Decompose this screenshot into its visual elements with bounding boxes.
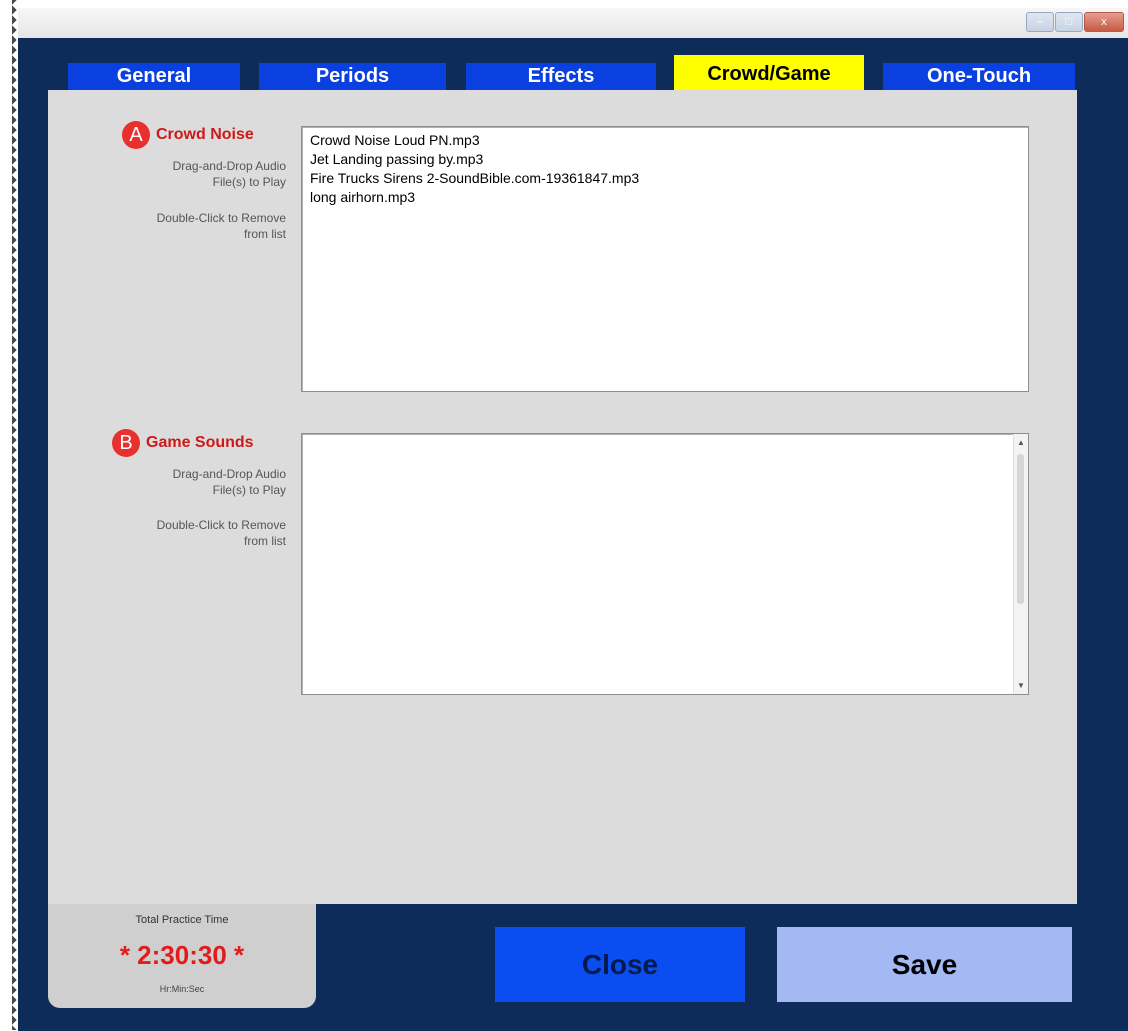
title-bar: – □ x xyxy=(18,8,1128,38)
game-drag-help: Drag-and-Drop Audio File(s) to Play xyxy=(172,467,286,497)
practice-time-box: Total Practice Time * 2:30:30 * Hr:Min:S… xyxy=(48,904,316,1008)
crowd-remove-help: Double-Click to Remove from list xyxy=(156,211,286,241)
crowd-drag-help: Drag-and-Drop Audio File(s) to Play xyxy=(172,159,286,189)
window-controls: – □ x xyxy=(1026,12,1124,32)
crowd-noise-list[interactable]: Crowd Noise Loud PN.mp3 Jet Landing pass… xyxy=(301,126,1029,392)
practice-time-label: Total Practice Time xyxy=(135,914,229,926)
tab-crowd-game[interactable]: Crowd/Game xyxy=(674,55,864,90)
game-sounds-heading: B Game Sounds xyxy=(112,429,254,457)
scroll-down-icon[interactable]: ▼ xyxy=(1014,681,1028,690)
badge-a-icon: A xyxy=(122,121,150,149)
save-button[interactable]: Save xyxy=(777,927,1072,1002)
list-item[interactable]: Fire Trucks Sirens 2-SoundBible.com-1936… xyxy=(302,169,1028,188)
tab-general[interactable]: General xyxy=(68,63,240,90)
maximize-button[interactable]: □ xyxy=(1055,12,1083,32)
game-list-scrollbar[interactable]: ▲ ▼ xyxy=(1013,434,1028,694)
game-remove-help: Double-Click to Remove from list xyxy=(156,518,286,548)
scrollbar-thumb[interactable] xyxy=(1017,454,1024,604)
scroll-up-icon[interactable]: ▲ xyxy=(1014,438,1028,447)
badge-b-icon: B xyxy=(112,429,140,457)
tab-effects[interactable]: Effects xyxy=(466,63,656,90)
torn-edge-mask xyxy=(0,0,12,1030)
game-sounds-list[interactable]: ▲ ▼ xyxy=(301,433,1029,695)
game-sounds-title: Game Sounds xyxy=(146,434,254,451)
practice-time-value: * 2:30:30 * xyxy=(119,940,245,970)
practice-time-units: Hr:Min:Sec xyxy=(159,984,205,994)
minimize-button[interactable]: – xyxy=(1026,12,1054,32)
crowd-noise-heading: A Crowd Noise xyxy=(122,121,254,149)
crowd-noise-title: Crowd Noise xyxy=(156,126,254,143)
list-item[interactable]: long airhorn.mp3 xyxy=(302,188,1028,207)
close-window-button[interactable]: x xyxy=(1084,12,1124,32)
list-item[interactable]: Crowd Noise Loud PN.mp3 xyxy=(302,131,1028,150)
close-button[interactable]: Close xyxy=(495,927,745,1002)
tab-periods[interactable]: Periods xyxy=(259,63,446,90)
tab-one-touch[interactable]: One-Touch xyxy=(883,63,1075,90)
list-item[interactable]: Jet Landing passing by.mp3 xyxy=(302,150,1028,169)
